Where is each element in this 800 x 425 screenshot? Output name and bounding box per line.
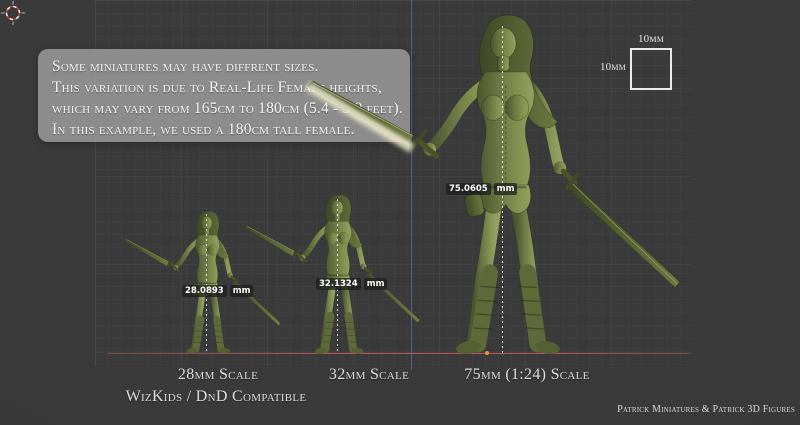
measure-line-28mm (206, 214, 207, 353)
reference-square-top-label: 10mm (630, 33, 672, 45)
measurement-badge-75mm: 75.0605 mm (446, 183, 517, 195)
scale-label-32mm: 32mm Scale (329, 366, 409, 384)
viewport-3d[interactable]: Some miniatures may have diffrent sizes.… (0, 0, 800, 425)
measurement-unit: mm (494, 183, 518, 195)
cursor-3d[interactable] (0, 0, 26, 26)
scale-label-75mm: 75mm (1:24) Scale (464, 366, 589, 384)
reference-square-side-label: 10mm (586, 61, 626, 73)
measurement-badge-28mm: 28.0893 mm (182, 285, 253, 297)
reference-square (630, 48, 672, 90)
measurement-unit: mm (230, 285, 254, 297)
credit-text: Patrick Miniatures & Patrick 3D Figures (617, 404, 795, 415)
measure-line-32mm (337, 199, 338, 353)
measurement-value: 75.0605 (446, 183, 491, 195)
measurement-badge-32mm: 32.1324 mm (316, 278, 387, 290)
measurement-value: 28.0893 (182, 285, 227, 297)
measurement-value: 32.1324 (316, 278, 361, 290)
compat-label-28mm: WizKids / DnD Compatible (126, 388, 307, 406)
scale-label-28mm: 28mm Scale (178, 366, 258, 384)
measurement-unit: mm (364, 278, 388, 290)
